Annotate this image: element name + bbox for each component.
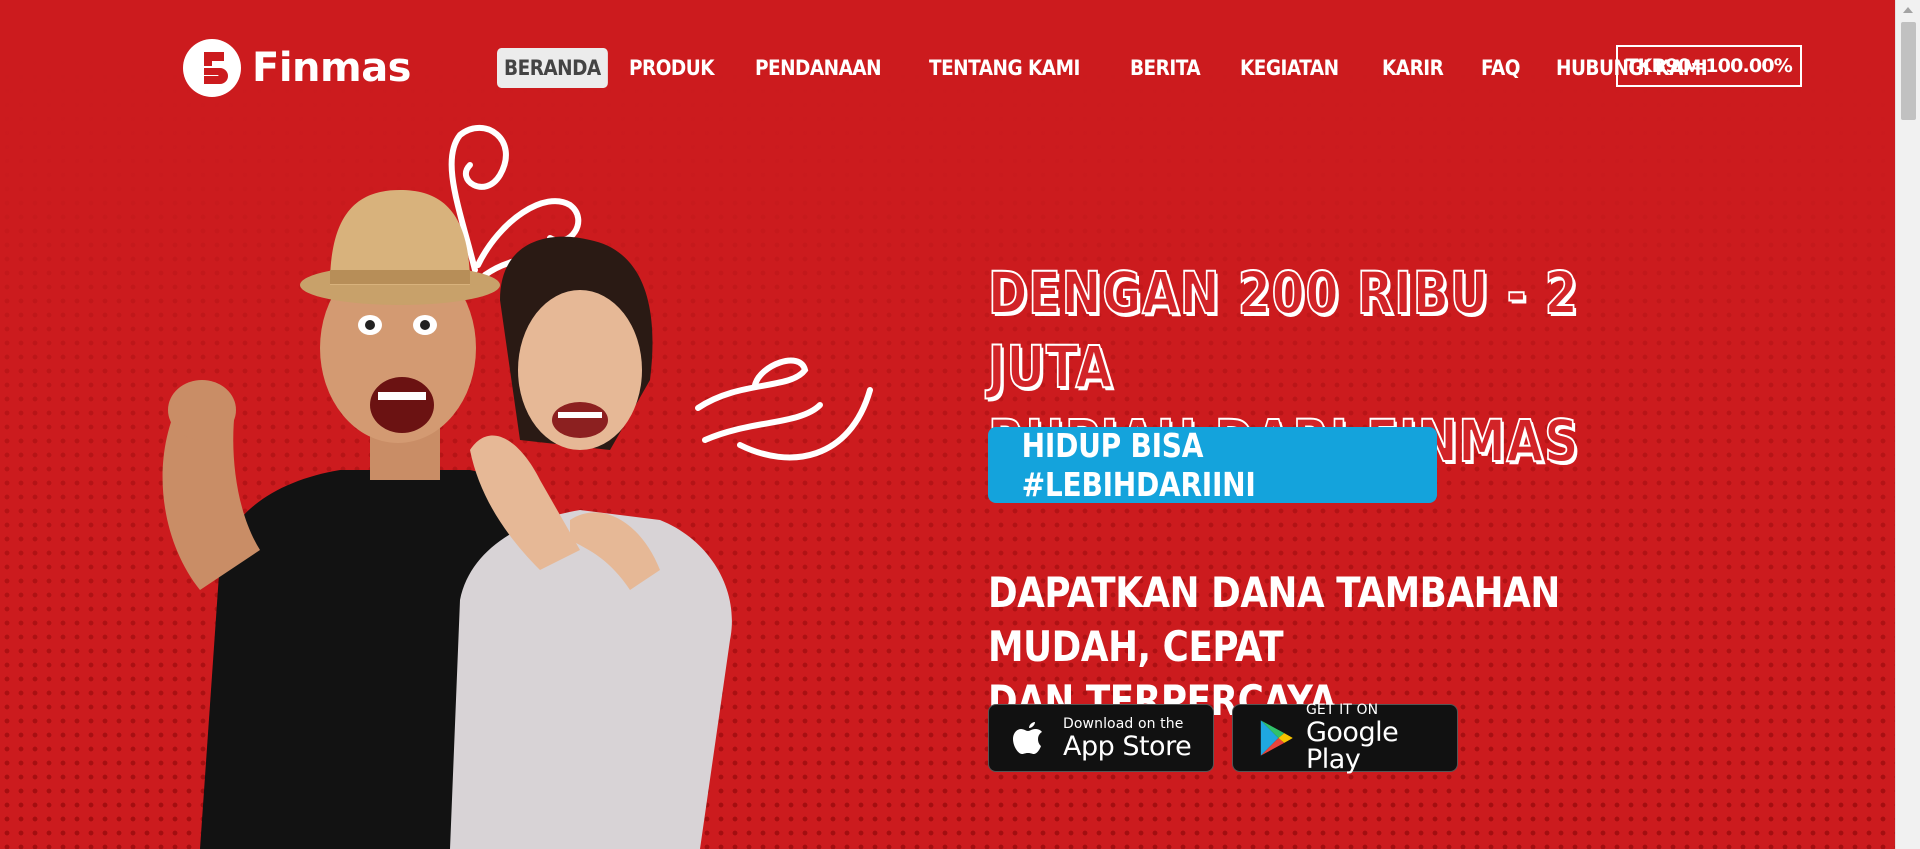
main-nav: BERANDA PRODUK PENDANAAN TENTANG KAMI BE… xyxy=(497,45,1802,90)
tkb-badge[interactable]: TKB90=100.00% xyxy=(1615,45,1802,87)
scrollbar-thumb[interactable] xyxy=(1901,22,1916,120)
google-play-button[interactable]: GET IT ON Google Play xyxy=(1232,702,1458,775)
google-play-small-text: GET IT ON xyxy=(1305,702,1379,718)
hashtag-button[interactable]: HIDUP BISA #LEBIHDARIINI xyxy=(988,426,1437,504)
hero-people-image xyxy=(162,124,873,849)
nav-item-beranda[interactable]: BERANDA xyxy=(497,47,608,88)
app-store-button[interactable]: Download on the App Store xyxy=(988,704,1214,772)
hashtag-button-label: HIDUP BISA #LEBIHDARIINI xyxy=(1021,426,1256,504)
nav-item-kegiatan[interactable]: KEGIATAN xyxy=(1240,56,1339,80)
hero-title-line1: DENGAN 200 RIBU - 2 JUTA xyxy=(987,258,1579,402)
swirl-decoration-right xyxy=(695,357,873,461)
nav-item-karir[interactable]: KARIR xyxy=(1382,56,1444,80)
brand-name: Finmas xyxy=(252,45,412,91)
nav-item-tentang-kami[interactable]: TENTANG KAMI xyxy=(929,56,1080,80)
vertical-scrollbar[interactable] xyxy=(1895,0,1920,849)
app-store-big-text: App Store xyxy=(1063,730,1192,762)
nav-item-berita[interactable]: BERITA xyxy=(1130,56,1201,80)
apple-icon xyxy=(1013,722,1042,754)
nav-item-produk[interactable]: PRODUK xyxy=(629,56,715,80)
brand-logo[interactable]: Finmas xyxy=(182,38,412,98)
google-play-icon xyxy=(1260,720,1293,756)
page-background: Finmas BERANDA PRODUK PENDANAAN TENTANG … xyxy=(0,0,1895,849)
google-play-big-text: Google Play xyxy=(1305,717,1399,775)
hero-subtitle-line1: DAPATKAN DANA TAMBAHAN MUDAH, CEPAT xyxy=(988,568,1560,671)
nav-item-faq[interactable]: FAQ xyxy=(1481,56,1520,80)
finmas-f-icon xyxy=(183,39,241,97)
app-store-small-text: Download on the xyxy=(1063,715,1184,732)
scroll-up-arrow-icon[interactable] xyxy=(1903,7,1913,13)
nav-item-pendanaan[interactable]: PENDANAAN xyxy=(755,56,882,80)
